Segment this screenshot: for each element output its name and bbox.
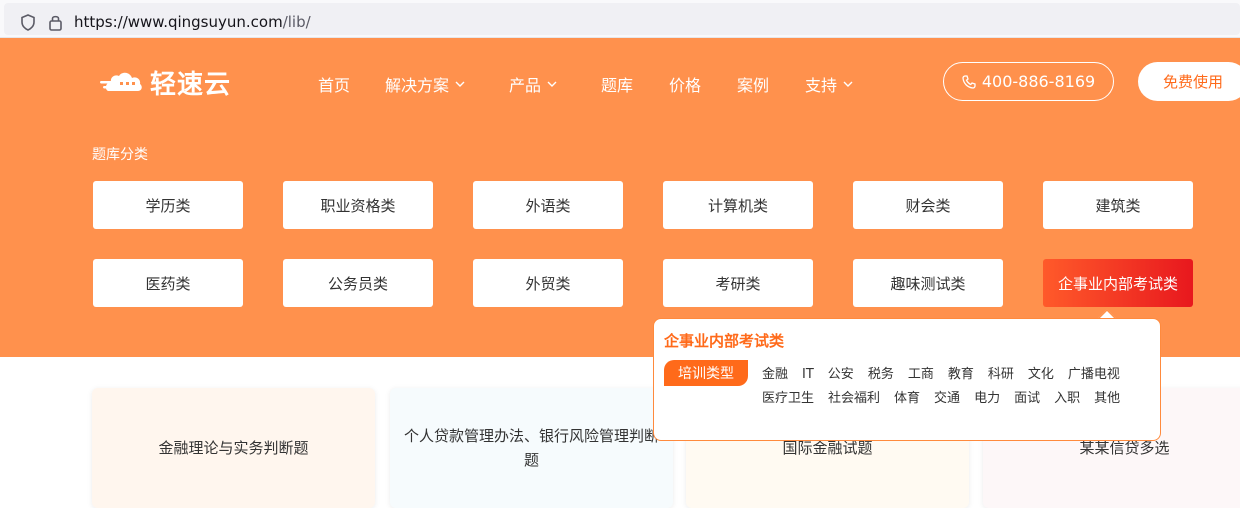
popup-item[interactable]: 社会福利 — [828, 387, 880, 411]
nav-cases-label: 案例 — [737, 76, 770, 95]
nav-question-bank-label: 题库 — [601, 76, 634, 95]
nav-home-label: 首页 — [318, 76, 351, 95]
phone-number: 400-886-8169 — [981, 72, 1096, 91]
chevron-down-icon — [843, 81, 853, 87]
phone-icon — [962, 74, 976, 89]
category-button[interactable]: 学历类 — [93, 181, 243, 229]
popup-title: 企事业内部考试类 — [664, 332, 785, 350]
lock-icon[interactable] — [48, 13, 63, 31]
popup-item[interactable]: 税务 — [868, 363, 894, 387]
category-button[interactable]: 趣味测试类 — [853, 259, 1003, 307]
nav-support-label: 支持 — [805, 76, 838, 95]
cloud-logo-icon — [100, 72, 142, 91]
chevron-down-icon — [547, 81, 557, 87]
url-domain: https://www.qingsuyun.com — [74, 13, 283, 31]
category-button[interactable]: 财会类 — [853, 181, 1003, 229]
category-button[interactable]: 职业资格类 — [283, 181, 433, 229]
category-button[interactable]: 公务员类 — [283, 259, 433, 307]
nav-support[interactable]: 支持 — [805, 72, 853, 96]
category-button-active[interactable]: 企事业内部考试类 — [1043, 259, 1193, 307]
popup-item[interactable]: 面试 — [1014, 387, 1040, 411]
nav-cases[interactable]: 案例 — [737, 72, 769, 96]
card-title: 金融理论与实务判断题 — [158, 439, 309, 457]
phone-button[interactable]: 400-886-8169 — [943, 62, 1114, 101]
nav-question-bank[interactable]: 题库 — [601, 72, 633, 96]
category-button[interactable]: 外语类 — [473, 181, 623, 229]
logo-text: 轻速云 — [150, 69, 232, 100]
popup-items: 金融 IT 公安 税务 工商 教育 科研 文化 广播电视 医疗卫生 社会福利 体… — [762, 363, 1154, 411]
free-trial-button[interactable]: 免费使用 — [1138, 62, 1240, 101]
popup-item[interactable]: 交通 — [934, 387, 960, 411]
chevron-down-icon — [455, 81, 465, 87]
nav-solutions-label: 解决方案 — [385, 76, 450, 95]
question-bank-card[interactable]: 金融理论与实务判断题 — [92, 388, 375, 508]
popup-item[interactable]: 教育 — [948, 363, 974, 387]
popup-item[interactable]: 金融 — [762, 363, 788, 387]
nav-pricing[interactable]: 价格 — [669, 72, 701, 96]
url-path: /lib/ — [282, 13, 311, 31]
popup-item[interactable]: 医疗卫生 — [762, 387, 814, 411]
popup-item[interactable]: 公安 — [828, 363, 854, 387]
category-heading: 题库分类 — [92, 147, 148, 163]
shield-icon[interactable] — [20, 14, 36, 31]
category-button[interactable]: 考研类 — [663, 259, 813, 307]
card-title: 个人贷款管理办法、银行风险管理判断题 — [404, 427, 660, 469]
popup-tag: 培训类型 — [664, 360, 748, 386]
url-field[interactable]: https://www.qingsuyun.com/lib/ — [4, 3, 1240, 35]
nav-products[interactable]: 产品 — [509, 72, 557, 96]
question-bank-card[interactable]: 个人贷款管理办法、银行风险管理判断题 — [390, 388, 673, 508]
category-button[interactable]: 计算机类 — [663, 181, 813, 229]
nav-home[interactable]: 首页 — [318, 72, 350, 96]
nav-solutions[interactable]: 解决方案 — [385, 72, 465, 96]
url-text[interactable]: https://www.qingsuyun.com/lib/ — [74, 13, 311, 31]
popup-item[interactable]: 电力 — [974, 387, 1000, 411]
popup-item[interactable]: 入职 — [1054, 387, 1080, 411]
nav-pricing-label: 价格 — [669, 76, 702, 95]
popup-item[interactable]: IT — [802, 363, 814, 387]
popup-item[interactable]: 体育 — [894, 387, 920, 411]
logo[interactable]: 轻速云 — [100, 64, 231, 100]
category-popup: 企事业内部考试类 培训类型 金融 IT 公安 税务 工商 教育 科研 文化 广播… — [653, 318, 1161, 441]
popup-item[interactable]: 工商 — [908, 363, 934, 387]
popup-item[interactable]: 文化 — [1028, 363, 1054, 387]
popup-item[interactable]: 广播电视 — [1068, 363, 1120, 387]
nav-products-label: 产品 — [509, 76, 542, 95]
category-button[interactable]: 外贸类 — [473, 259, 623, 307]
category-button[interactable]: 医药类 — [93, 259, 243, 307]
category-button[interactable]: 建筑类 — [1043, 181, 1193, 229]
browser-address-bar: https://www.qingsuyun.com/lib/ — [0, 0, 1240, 38]
popup-item[interactable]: 科研 — [988, 363, 1014, 387]
popup-item[interactable]: 其他 — [1094, 387, 1120, 411]
